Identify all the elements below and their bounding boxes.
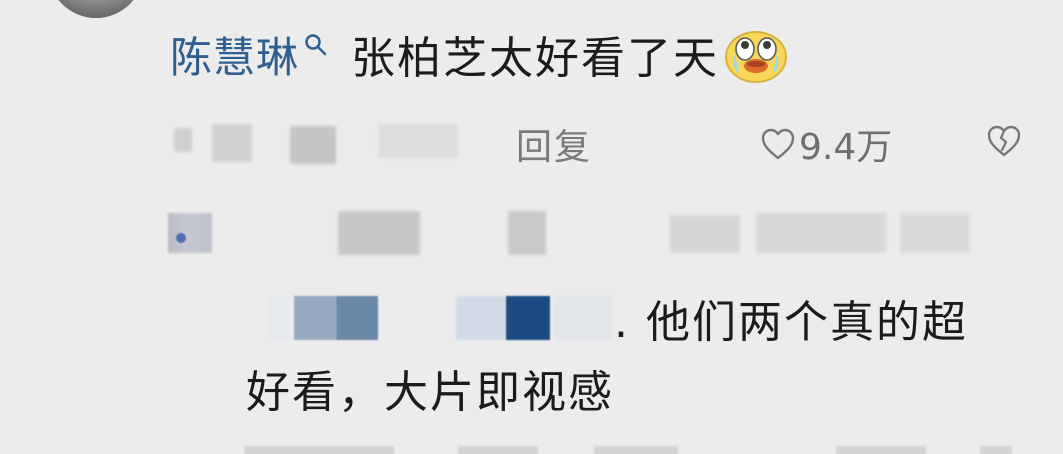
reply-text-line-2: 好看，大片即视感 [246,367,614,418]
comment-line: 陈慧琳 张柏芝太好看了天 [170,22,791,86]
reply-meta-blur [756,213,886,253]
timestamp-blur [174,128,192,152]
reply-location-blur [458,446,538,454]
mention-blur [456,296,506,340]
broken-heart-icon[interactable] [986,124,1022,158]
mention-blur [506,296,550,340]
reply-body: . 他们两个真的超 好看，大片即视感 [246,280,1040,430]
user-avatar[interactable] [48,0,144,18]
timestamp-blur [290,126,336,164]
comment-meta-row: 回复 9.4万 [170,112,1040,168]
reply-like-blur [836,446,926,454]
reply-avatar-detail [176,233,186,243]
heart-icon [761,128,795,160]
crying-laughing-face-icon [725,31,788,83]
mention-blur [336,296,378,340]
reply-meta-blur [670,215,740,253]
reply-avatar[interactable] [168,213,212,253]
mention-blur [554,296,612,340]
reply-meta-row [244,438,1024,454]
search-icon[interactable] [303,32,329,58]
reply-button[interactable]: 回复 [516,118,592,170]
reply-header [166,205,986,261]
timestamp-blur [212,124,252,162]
reply-text-line-1: . 他们两个真的超 [614,297,968,348]
mention-blur [294,296,336,340]
reply-badge-blur [508,211,546,255]
like-button[interactable]: 9.4万 [760,118,892,170]
username-link[interactable]: 陈慧琳 [170,24,299,85]
location-blur [378,124,458,158]
reply-action-blur [594,446,678,454]
reply-meta-blur [900,213,970,253]
comment-text: 张柏芝太好看了天 [351,33,720,84]
reply-dislike-blur [980,446,1012,454]
like-count: 9.4万 [799,127,893,168]
reply-username-blur [338,211,420,255]
reply-timestamp-blur [244,446,394,454]
